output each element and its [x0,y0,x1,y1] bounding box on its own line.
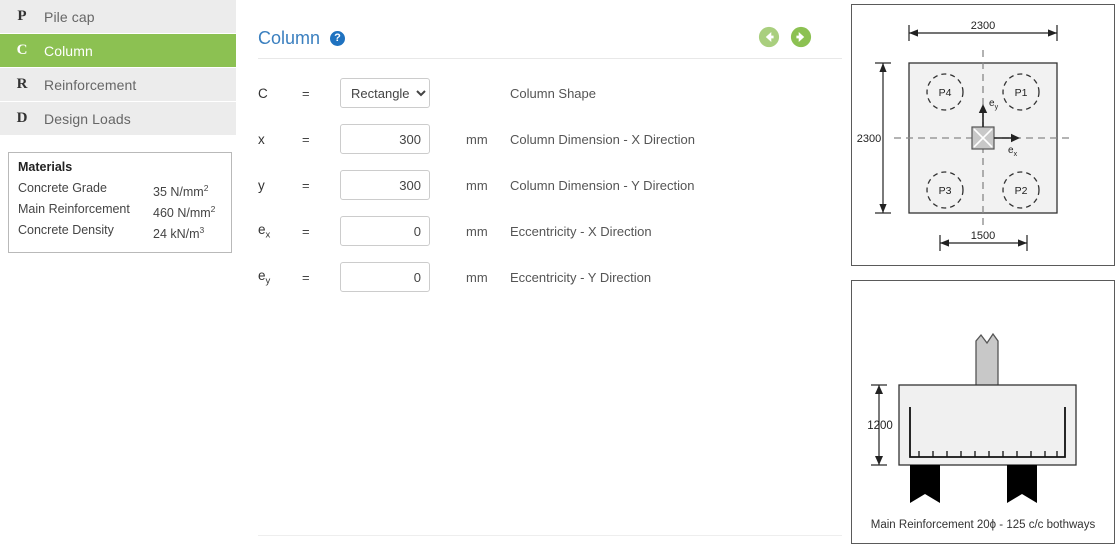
row-symbol: x [258,131,265,147]
column-symbol [971,126,995,150]
previous-arrow-icon[interactable] [758,26,780,48]
column-stub [975,332,999,387]
question-mark-icon[interactable]: ? [330,30,346,46]
eccentricity-y-input[interactable] [340,262,430,292]
form-row-dimension-y: y = mm Column Dimension - Y Direction [258,162,848,208]
plan-view-panel: 2300 2300 P4 P1 P3 P2 ey ex 1500 [851,4,1115,266]
section-caption: Main Reinforcement 20ϕ - 125 c/c bothway… [870,519,1096,531]
section-view-drawing: 1200 [867,332,1077,503]
sidebar-item-label: Design Loads [44,110,131,127]
dimension-y-input[interactable] [340,170,430,200]
sidebar-nav: P Pile cap C Column R Reinforcement D De… [0,0,236,136]
form-row-column-shape: C = Rectangle Circular Column Shape [258,70,848,116]
row-symbol: y [258,177,265,193]
row-description: Eccentricity - Y Direction [510,269,652,285]
row-symbol: C [258,85,268,101]
sidebar-item-reinforcement[interactable]: R Reinforcement [0,68,236,102]
section-pile-right [1007,465,1037,503]
dimension-x-control [340,124,450,154]
sidebar-glyph-d: D [16,110,28,126]
column-shape-control: Rectangle Circular [340,78,450,108]
sidebar-item-pile-cap[interactable]: P Pile cap [0,0,236,34]
row-description: Column Dimension - X Direction [510,131,695,147]
sidebar: P Pile cap C Column R Reinforcement D De… [0,0,236,548]
section-view-panel: 1200 Main Reinforcement 20ϕ - 125 c/c bo… [851,280,1115,544]
material-name: Concrete Grade [18,181,107,195]
column-form: C = Rectangle Circular Column Shape x = … [248,70,848,300]
eccentricity-x-control [340,216,450,246]
materials-panel: Materials Concrete Grade 35 N/mm2 Main R… [8,152,232,254]
row-equals: = [302,269,310,285]
dimension-x-input[interactable] [340,124,430,154]
material-name: Concrete Density [18,223,114,238]
main-header: Column ? [248,0,848,59]
form-row-eccentricity-y: ey = mm Eccentricity - Y Direction [258,254,848,300]
page-title: Column [258,27,321,48]
sidebar-item-design-loads[interactable]: D Design Loads [0,102,236,136]
form-row-dimension-x: x = mm Column Dimension - X Direction [258,116,848,162]
form-bottom-divider [258,535,842,536]
plan-width-dimension-label: 2300 [971,20,995,32]
sidebar-item-label: Pile cap [44,8,95,25]
main-content: Column ? C = Rectangle Column Shape x = … [248,0,848,548]
pile-label-p3: P3 [939,185,952,197]
row-equals: = [302,131,310,147]
row-equals: = [302,223,310,239]
row-description: Column Shape [510,85,596,101]
row-unit: mm [466,131,488,147]
materials-row-concrete-grade: Concrete Grade 35 N/mm2 [18,180,222,201]
dimension-y-control [340,170,450,200]
pile-label-p2: P2 [1015,185,1028,197]
sidebar-glyph-p: P [17,8,27,24]
sidebar-item-label: Column [44,42,93,59]
eccentricity-x-input[interactable] [340,216,430,246]
material-value: 24 kN/m3 [153,225,205,242]
header-divider [258,58,842,59]
row-unit: mm [466,223,488,239]
row-description: Column Dimension - Y Direction [510,177,695,193]
form-row-eccentricity-x: ex = mm Eccentricity - X Direction [258,208,848,254]
material-value: 35 N/mm2 [153,183,209,200]
eccentricity-y-control [340,262,450,292]
row-equals: = [302,85,310,101]
pile-label-p4: P4 [939,87,952,99]
next-arrow-icon[interactable] [790,26,812,48]
row-description: Eccentricity - X Direction [510,223,652,239]
row-unit: mm [466,269,488,285]
plan-view-drawing: 2300 2300 P4 P1 P3 P2 ey ex 1500 [857,20,1074,251]
sidebar-glyph-r: R [16,76,28,92]
plan-height-dimension-label: 2300 [857,133,881,145]
nav-arrows [758,26,812,48]
pile-label-p1: P1 [1015,87,1028,99]
sidebar-item-column[interactable]: C Column [0,34,236,68]
row-symbol: ex [258,221,271,241]
section-pile-left [910,465,940,503]
materials-title: Materials [18,160,73,174]
materials-row-main-reinforcement: Main Reinforcement 460 N/mm2 [18,201,222,222]
material-value: 460 N/mm2 [153,204,216,221]
material-name: Main Reinforcement [18,202,130,217]
row-symbol: ey [258,267,271,287]
column-shape-select[interactable]: Rectangle Circular [340,78,430,108]
materials-row-concrete-density: Concrete Density 24 kN/m3 [18,222,222,243]
row-unit: mm [466,177,488,193]
section-depth-label: 1200 [867,420,893,432]
sidebar-item-label: Reinforcement [44,76,137,93]
plan-spacing-dimension-label: 1500 [971,230,995,242]
pile-cap-section-body [898,384,1077,466]
sidebar-glyph-c: C [16,42,28,58]
row-equals: = [302,177,310,193]
app-root: P Pile cap C Column R Reinforcement D De… [0,0,1119,548]
